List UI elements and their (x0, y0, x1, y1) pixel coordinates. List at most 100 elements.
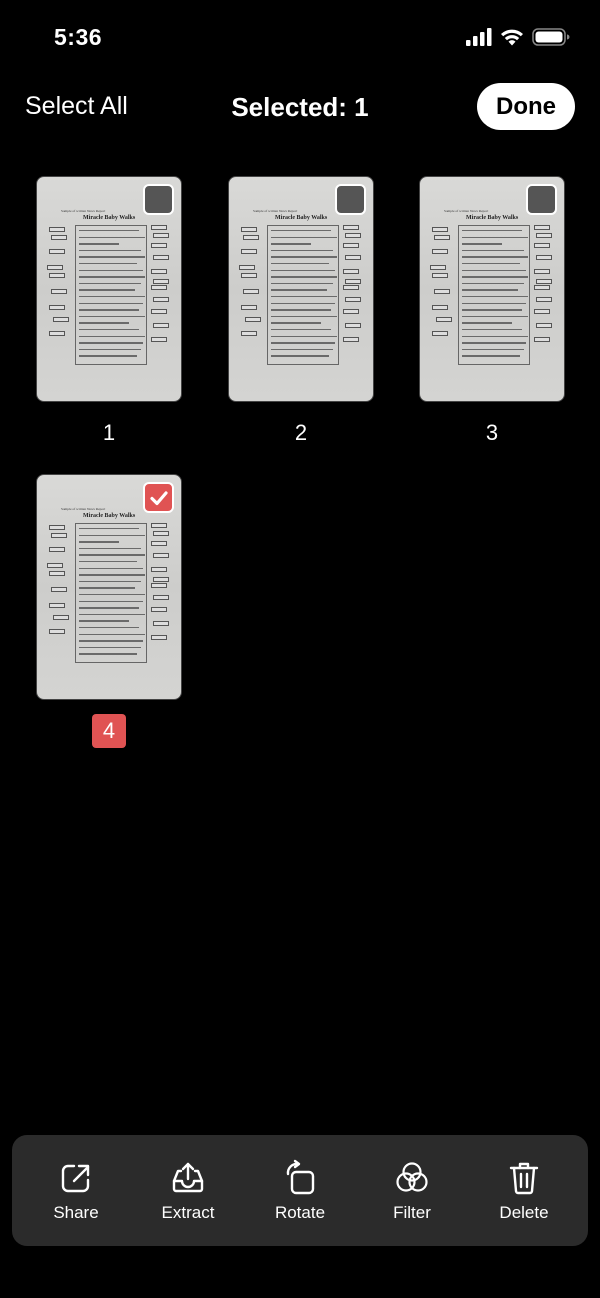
document-header: Sample of written News Report (61, 507, 106, 511)
document-title: Miracle Baby Walks (466, 215, 519, 221)
document-text-line (79, 594, 145, 596)
document-text-line (79, 580, 141, 583)
page-number: 2 (294, 420, 308, 445)
checkbox-unchecked[interactable] (143, 184, 174, 215)
annotation-label (343, 225, 359, 230)
page-thumbnail[interactable]: Sample of written News Report Miracle Bab… (36, 176, 182, 402)
document-title: Miracle Baby Walks (83, 513, 136, 519)
annotation-label (534, 285, 550, 290)
document-text-line (79, 289, 135, 291)
annotation-label (343, 285, 359, 290)
checkbox-unchecked[interactable] (526, 184, 557, 215)
annotation-label (241, 227, 257, 232)
select-all-button[interactable]: Select All (25, 92, 128, 121)
annotation-label (47, 265, 63, 270)
document-text-line (271, 309, 331, 311)
annotation-label (534, 309, 550, 314)
document-text-line (79, 230, 139, 232)
page-thumbnail-item: Sample of written News Report Miracle Bab… (228, 176, 374, 450)
document-text-line (79, 276, 145, 278)
document-text-line (79, 620, 129, 622)
document-text-line (271, 263, 329, 265)
annotation-label (241, 331, 257, 336)
document-body (458, 225, 530, 365)
document-preview: Sample of written News Report Miracle Bab… (239, 205, 361, 385)
document-text-line (79, 335, 145, 337)
annotation-label (153, 595, 169, 600)
wifi-icon (501, 29, 523, 46)
annotation-label (153, 323, 169, 328)
annotation-label (151, 269, 167, 274)
annotation-label (53, 615, 69, 620)
annotation-label (49, 273, 65, 278)
annotation-label (153, 279, 169, 284)
document-text-line (79, 633, 145, 635)
document-title: Miracle Baby Walks (83, 215, 136, 221)
document-text-line (79, 348, 141, 351)
page-thumbnail[interactable]: Sample of written News Report Miracle Bab… (419, 176, 565, 402)
rotate-button[interactable]: Rotate (250, 1159, 350, 1223)
document-text-line (79, 561, 137, 563)
document-text-line (271, 249, 333, 252)
done-button[interactable]: Done (477, 83, 575, 130)
share-icon (61, 1164, 90, 1192)
document-text-line (79, 243, 119, 245)
annotation-label (243, 289, 259, 294)
document-text-line (462, 342, 526, 344)
annotation-label (153, 297, 169, 302)
document-text-line (271, 335, 337, 337)
document-text-line (271, 269, 335, 271)
checkbox-checked[interactable] (143, 482, 174, 513)
page-thumbnail-item: Sample of written News Report Miracle Bab… (419, 176, 565, 450)
document-text-line (271, 302, 335, 304)
document-preview: Sample of written News Report Miracle Bab… (47, 205, 169, 385)
document-text-line (462, 302, 526, 304)
annotation-label (343, 269, 359, 274)
annotation-label (345, 255, 361, 260)
document-text-line (79, 653, 137, 655)
rotate-icon (286, 1159, 315, 1194)
annotation-label (49, 603, 65, 608)
extract-icon (172, 1162, 204, 1192)
annotation-label (49, 547, 65, 552)
document-text-line (462, 282, 524, 285)
document-text-line (271, 296, 337, 298)
share-button[interactable]: Share (26, 1159, 126, 1223)
checkbox-unchecked[interactable] (335, 184, 366, 215)
annotation-label (241, 249, 257, 254)
annotation-label (430, 265, 446, 270)
document-text-line (271, 342, 335, 344)
document-text-line (271, 282, 333, 285)
document-preview: Sample of written News Report Miracle Bab… (47, 503, 169, 683)
document-text-line (462, 243, 502, 245)
document-text-line (79, 528, 139, 530)
annotation-label (432, 227, 448, 232)
extract-label: Extract (161, 1202, 215, 1222)
document-text-line (271, 230, 331, 232)
annotation-label (51, 533, 67, 538)
page-number: 3 (485, 420, 499, 445)
page-thumbnail[interactable]: Sample of written News Report Miracle Bab… (36, 474, 182, 700)
filter-button[interactable]: Filter (362, 1159, 462, 1223)
annotation-label (53, 317, 69, 322)
annotation-label (153, 577, 169, 582)
filter-icon (396, 1161, 428, 1192)
annotation-label (153, 553, 169, 558)
page-thumbnail[interactable]: Sample of written News Report Miracle Bab… (228, 176, 374, 402)
trash-icon (509, 1162, 539, 1194)
annotation-label (51, 289, 67, 294)
annotation-label (153, 255, 169, 260)
annotation-label (153, 233, 169, 238)
annotation-label (49, 331, 65, 336)
document-text-line (462, 296, 528, 298)
annotation-label (345, 297, 361, 302)
battery-icon (532, 28, 570, 46)
annotation-label (343, 309, 359, 314)
document-text-line (79, 574, 145, 576)
delete-label: Delete (499, 1202, 549, 1222)
extract-button[interactable]: Extract (138, 1159, 238, 1223)
delete-button[interactable]: Delete (474, 1159, 574, 1223)
document-text-line (79, 329, 139, 331)
document-text-line (79, 342, 143, 344)
document-text-line (271, 236, 337, 238)
